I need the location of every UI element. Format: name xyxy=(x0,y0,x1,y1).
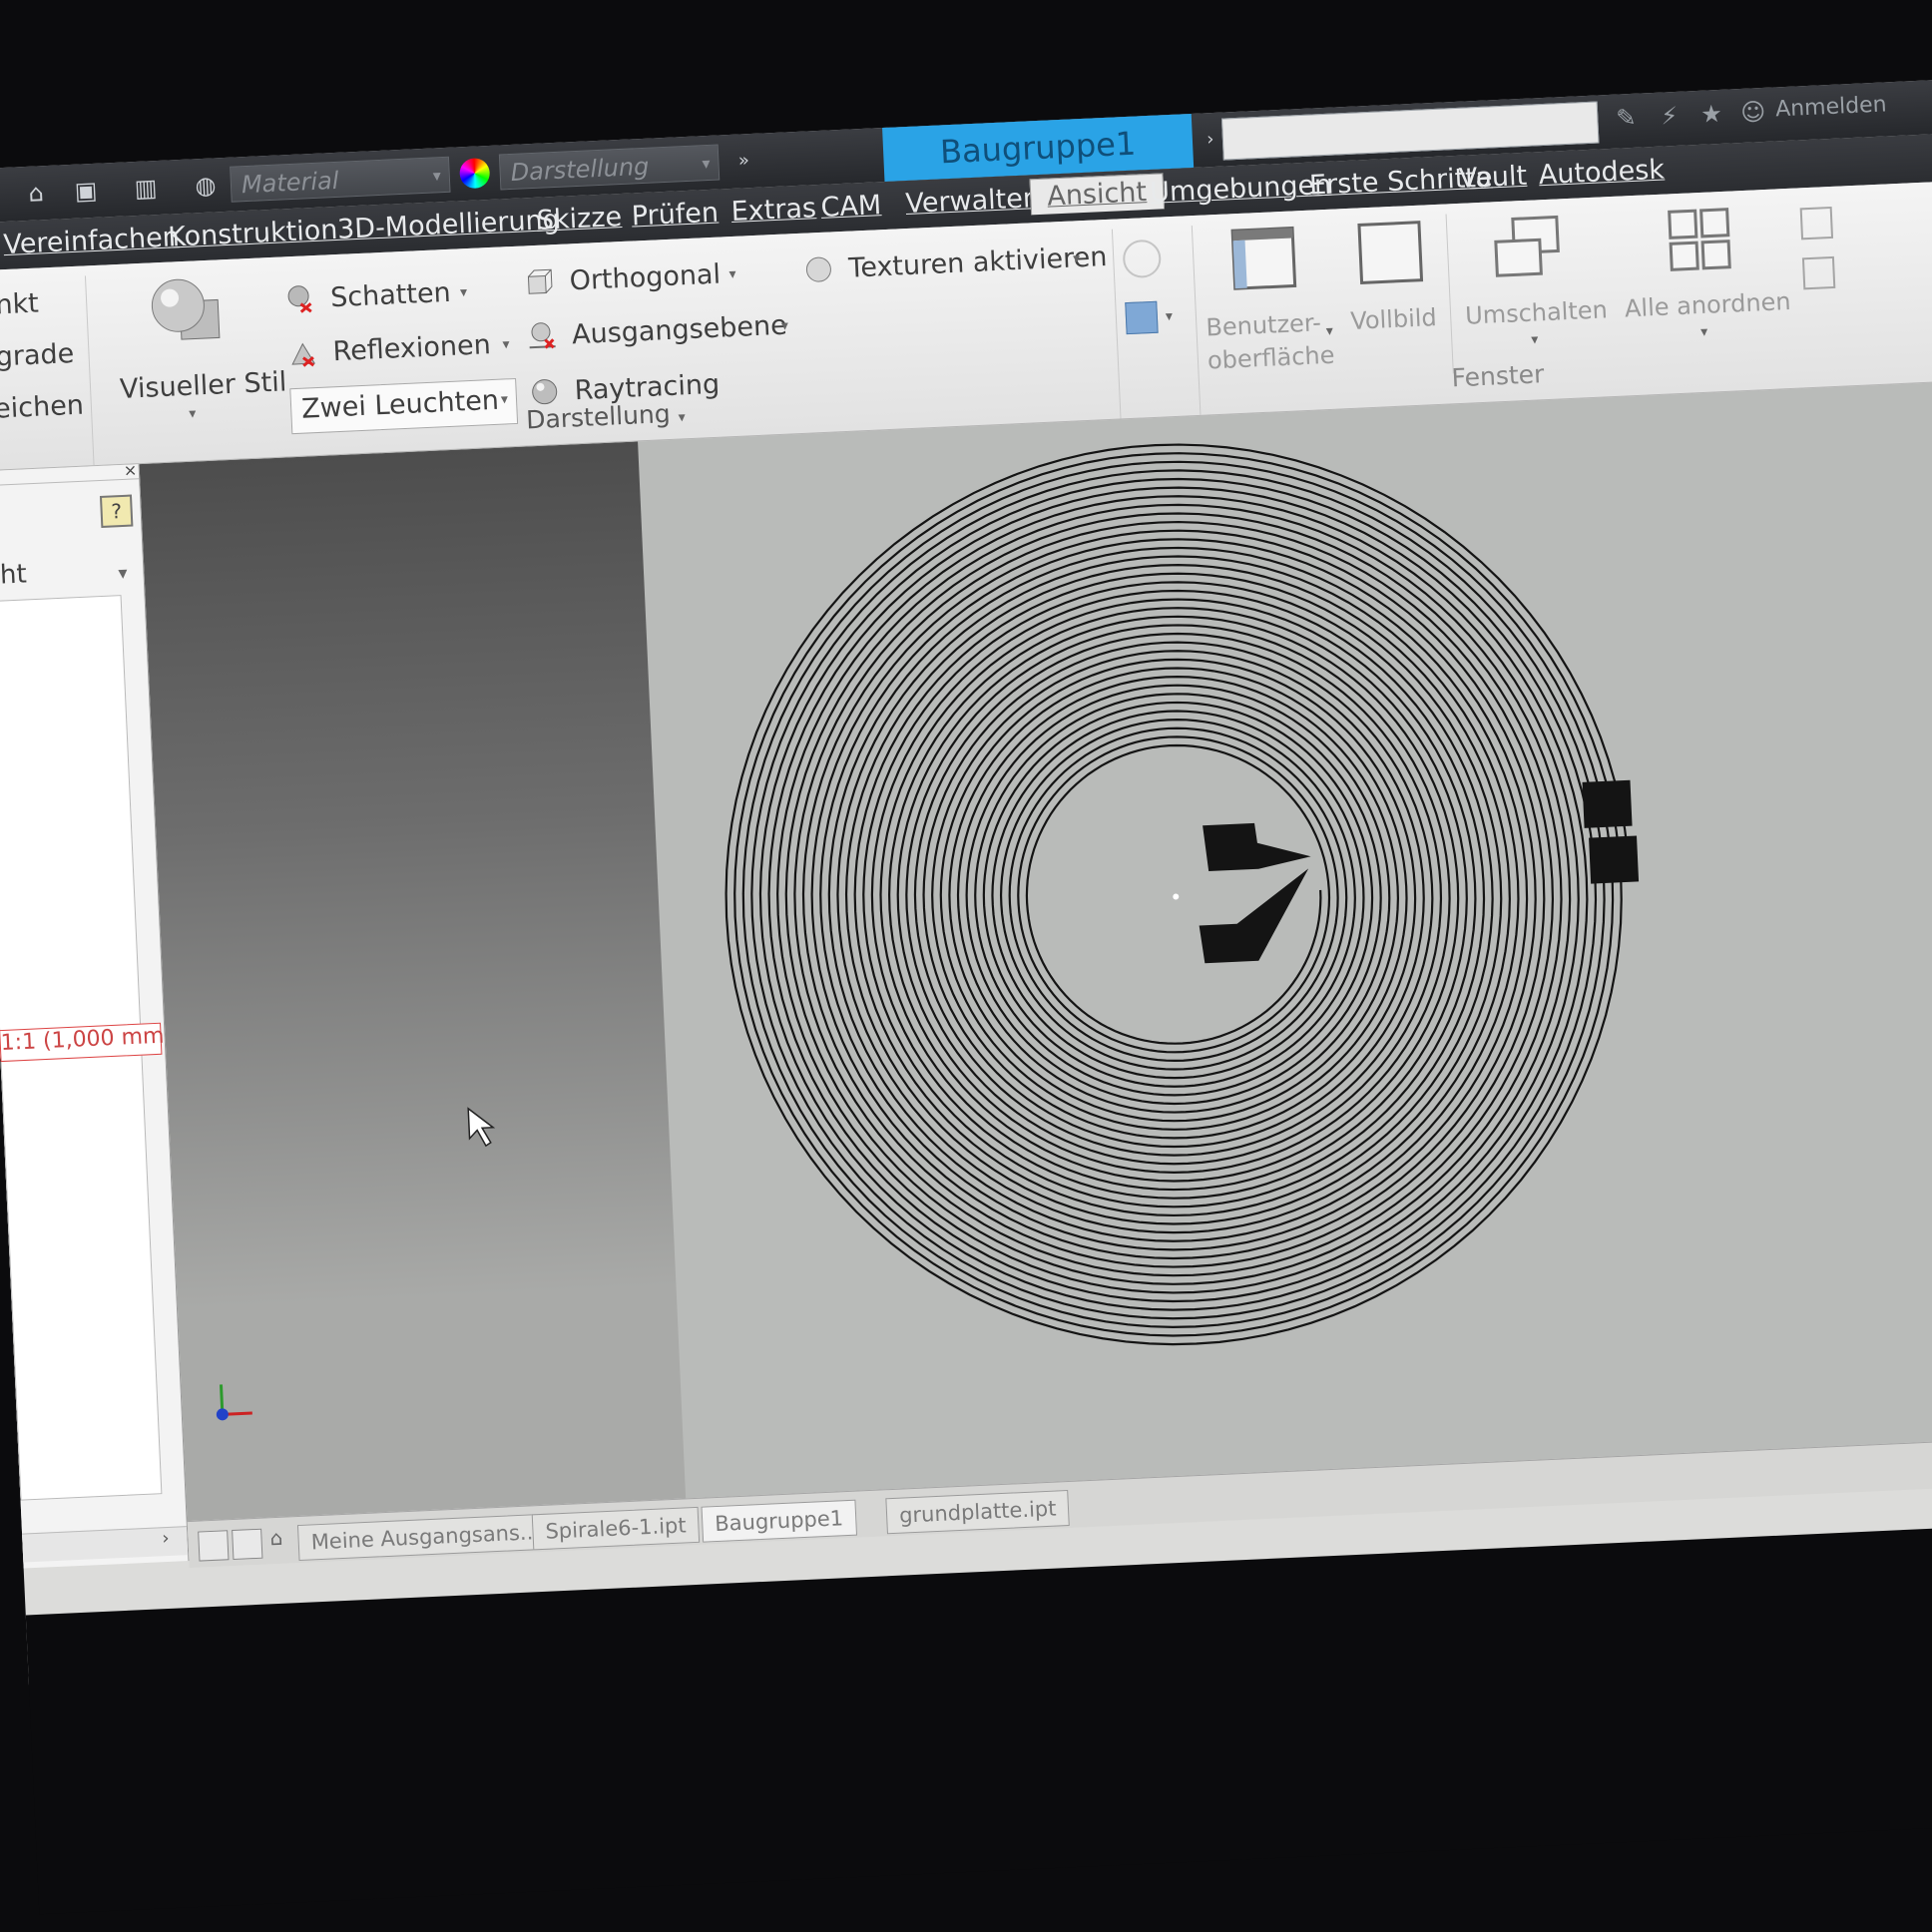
chevron-down-icon: ▾ xyxy=(728,265,736,283)
raytracing-icon xyxy=(532,379,558,405)
tab-vault[interactable]: Vault xyxy=(1458,161,1527,195)
axis-indicator-icon xyxy=(216,1384,252,1421)
ground-plane-label: Ausgangsebene xyxy=(571,309,788,351)
chevron-down-icon: ▾ xyxy=(500,391,509,408)
graphics-viewport[interactable] xyxy=(139,380,1932,1522)
material-text: Material xyxy=(241,166,340,200)
tab-extras[interactable]: Extras xyxy=(730,193,817,228)
shadows-label: Schatten xyxy=(329,276,452,314)
appearance-text: Darstellung xyxy=(510,152,650,187)
material-dropdown[interactable]: Material ▾ xyxy=(230,156,451,203)
spiral-model[interactable] xyxy=(140,381,1932,1521)
save-icon[interactable]: ▣ xyxy=(70,176,101,207)
ribbon-separator xyxy=(1445,214,1454,374)
tab-konstruktion[interactable]: Konstruktion xyxy=(168,215,338,253)
cascade-windows-icon[interactable] xyxy=(232,1528,263,1561)
home-icon[interactable]: ⌂ xyxy=(20,178,51,209)
tab-pruefen[interactable]: Prüfen xyxy=(631,198,720,233)
ribbon-left-item-3[interactable]: -Zeichen xyxy=(0,390,85,426)
arrange-all-button[interactable]: Alle anordnen ▾ xyxy=(1621,203,1791,359)
tab-vereinfachen[interactable]: Vereinfachen xyxy=(3,222,181,260)
reflections-icon xyxy=(291,342,316,367)
sphere-cube-icon xyxy=(151,278,221,340)
mouse-cursor-icon xyxy=(467,1107,496,1148)
ground-plane-icon xyxy=(529,322,556,349)
chevron-down-icon: ▾ xyxy=(1531,331,1539,348)
chevron-down-icon: ▾ xyxy=(1165,308,1174,325)
view-cube-icon[interactable] xyxy=(1122,239,1163,279)
tab-cam[interactable]: CAM xyxy=(820,190,882,224)
fullscreen-label: Vollbild xyxy=(1349,303,1438,335)
switch-window-icon xyxy=(1494,215,1560,277)
user-interface-button[interactable]: Benutzer- oberfläche ▾ xyxy=(1202,224,1338,379)
user-interface-label-1: Benutzer- xyxy=(1205,308,1322,342)
user-icon[interactable]: ☺ xyxy=(1740,98,1766,127)
texture-sphere-icon xyxy=(805,256,831,282)
appearance-group-label: Darstellung xyxy=(525,398,672,435)
tab-3d-modellierung[interactable]: 3D-Modellierung xyxy=(336,205,560,245)
chevron-right-icon: › xyxy=(161,1527,171,1550)
measure-icon[interactable]: ▥ xyxy=(130,173,161,204)
chevron-down-icon: ▾ xyxy=(780,317,789,334)
switch-window-button[interactable]: Umschalten ▾ xyxy=(1461,211,1608,366)
chevron-down-icon: ▾ xyxy=(188,405,197,422)
arrange-all-icon xyxy=(1668,208,1731,271)
cascade-icon[interactable] xyxy=(1799,206,1834,241)
signin-link[interactable]: Anmelden xyxy=(1775,92,1888,122)
help-icon[interactable]: ? xyxy=(99,494,134,528)
doc-tab-spirale[interactable]: Spirale6-1.ipt xyxy=(531,1506,701,1551)
exchange-icon[interactable]: ⚡ xyxy=(1661,102,1679,131)
globe-icon[interactable]: ◍ xyxy=(190,170,221,201)
tab-autodesk[interactable]: Autodesk xyxy=(1538,155,1665,192)
scale-value: 1:1 (1,000 mm) xyxy=(0,1023,174,1057)
tab-skizze[interactable]: Skizze xyxy=(536,202,623,237)
reflections-label: Reflexionen xyxy=(331,329,492,368)
tile-icon[interactable] xyxy=(198,1530,230,1562)
close-icon[interactable]: × xyxy=(123,460,137,480)
ribbon-left-item-2[interactable]: itsgrade xyxy=(0,338,75,374)
orthogonal-label: Orthogonal xyxy=(569,258,722,297)
chevron-down-icon: ▾ xyxy=(1072,250,1081,267)
cube-icon xyxy=(527,268,553,294)
color-wheel-icon[interactable] xyxy=(459,157,491,190)
photo-stage: ↪ ⌂ ▣ ▥ ◍ Material ▾ Darstellung ▾ » Bau… xyxy=(0,0,1932,1932)
visual-style-label: Visueller Stil xyxy=(119,366,287,405)
chevron-down-icon: ▾ xyxy=(1699,323,1708,341)
chevron-down-icon: ▾ xyxy=(702,153,711,174)
wrench-icon[interactable]: ✎ xyxy=(1616,104,1637,133)
new-window-icon[interactable] xyxy=(1801,255,1836,290)
arrange-all-label: Alle anordnen xyxy=(1624,286,1792,323)
spiral-end-terminals xyxy=(1199,779,1640,964)
star-icon[interactable]: ★ xyxy=(1700,100,1723,129)
chevron-down-icon: ▾ xyxy=(118,562,129,585)
switch-window-label: Umschalten xyxy=(1464,295,1609,330)
chevron-down-icon: ▾ xyxy=(1325,322,1334,340)
doc-tab-home-view[interactable]: Meine Ausgangsans... xyxy=(296,1513,554,1562)
tab-verwalten[interactable]: Verwalten xyxy=(905,183,1041,220)
home-icon[interactable]: ⌂ xyxy=(269,1526,283,1551)
tab-umgebungen[interactable]: Umgebungen xyxy=(1150,170,1332,209)
chevron-down-icon: ▾ xyxy=(678,409,687,426)
tab-ansicht[interactable]: Ansicht xyxy=(1029,173,1165,216)
textures-label: Texturen aktivieren xyxy=(847,241,1108,284)
shadows-icon xyxy=(287,285,312,313)
browser-scrollbar[interactable]: › xyxy=(22,1526,189,1563)
chevron-down-icon: ▾ xyxy=(459,284,468,301)
fullscreen-button[interactable]: Vollbild xyxy=(1346,219,1443,372)
appearance-dropdown[interactable]: Darstellung ▾ xyxy=(498,144,721,191)
monitor-screen: ↪ ⌂ ▣ ▥ ◍ Material ▾ Darstellung ▾ » Bau… xyxy=(0,79,1932,1915)
user-interface-icon xyxy=(1230,226,1297,290)
object-visibility-icon[interactable] xyxy=(1125,300,1159,335)
chevron-down-icon: ▾ xyxy=(432,166,442,186)
view-selector[interactable]: icht xyxy=(0,559,27,591)
doc-tab-grundplatte[interactable]: grundplatte.ipt xyxy=(885,1489,1071,1535)
chevron-down-icon: ▾ xyxy=(502,336,510,353)
fullscreen-icon xyxy=(1357,221,1424,284)
monitor-bezel xyxy=(25,1524,1932,1915)
doc-tab-baugruppe[interactable]: Baugruppe1 xyxy=(701,1499,857,1543)
ribbon-left-item-1[interactable]: punkt xyxy=(0,288,39,322)
expand-icon[interactable]: » xyxy=(728,146,759,177)
ribbon-separator xyxy=(1191,226,1202,415)
